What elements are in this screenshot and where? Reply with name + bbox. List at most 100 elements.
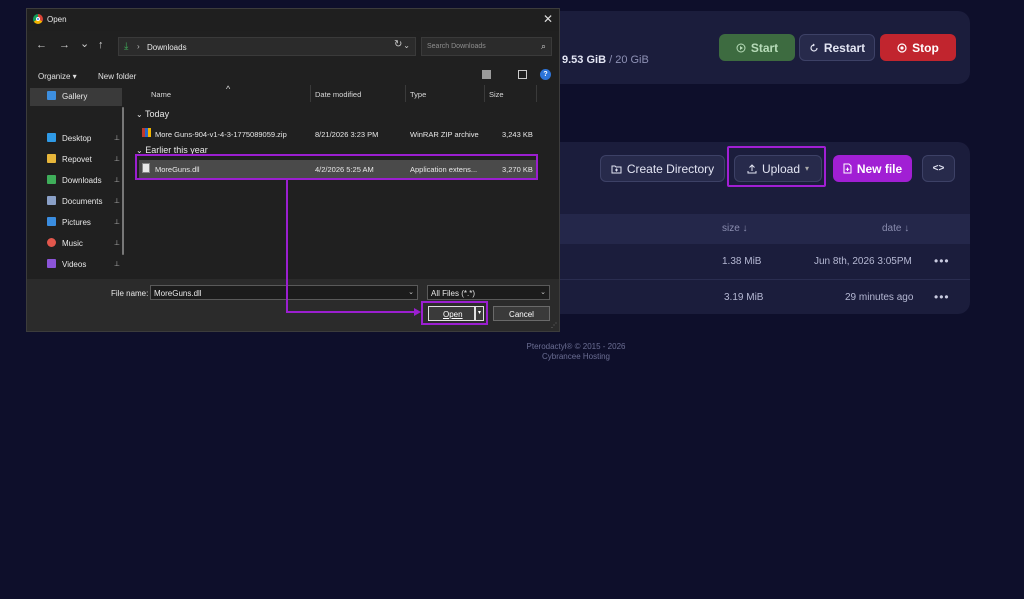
sidebar-item-music[interactable]: Music ⊥ — [37, 235, 123, 253]
sidebar-item-videos[interactable]: Videos ⊥ — [37, 256, 123, 274]
pin-icon: ⊥ — [113, 261, 120, 268]
name-column-header[interactable]: Name — [151, 90, 171, 99]
sidebar-item-label: Pictures — [62, 218, 91, 227]
folder-plus-icon — [611, 165, 622, 173]
file-size-cell: 3.19 MiB — [724, 292, 764, 303]
cancel-label: Cancel — [509, 310, 534, 319]
restart-button[interactable]: Restart — [799, 34, 875, 61]
chevron-down-icon[interactable]: ⌄ — [403, 41, 410, 50]
selected-file-highlight-box — [135, 154, 538, 180]
navigation-pane: Gallery Desktop ⊥ Repovet ⊥ Downloads ⊥ … — [27, 85, 127, 279]
sidebar-item-pictures[interactable]: Pictures ⊥ — [37, 214, 123, 232]
pin-icon: ⊥ — [113, 219, 120, 226]
sidebar-item-label: Desktop — [62, 134, 92, 143]
forward-icon[interactable]: → — [59, 39, 70, 51]
file-date-cell: Jun 8th, 2026 3:05PM — [814, 256, 912, 267]
stop-button[interactable]: Stop — [880, 34, 956, 61]
file-size-cell: 1.38 MiB — [722, 256, 762, 267]
file-row[interactable]: More Guns-904-v1-4-3-1775089059.zip 8/21… — [139, 125, 539, 143]
refresh-icon[interactable]: ↻ — [394, 39, 402, 50]
preview-pane-icon[interactable] — [518, 70, 527, 79]
zip-icon — [142, 128, 151, 137]
pictures-icon — [47, 217, 56, 226]
start-label: Start — [750, 40, 779, 55]
sidebar-item-label: Gallery — [62, 92, 88, 101]
date-column-header[interactable]: date ↓ — [882, 223, 909, 234]
search-placeholder: Search Downloads — [427, 43, 486, 50]
new-folder-button[interactable]: New folder — [98, 72, 136, 81]
pin-icon: ⊥ — [113, 135, 120, 142]
row-menu-icon[interactable]: ••• — [934, 290, 950, 304]
navigation-bar: ← → ⌄ ↑ ⤓ › Downloads ⌄ ↻ Search Downloa… — [27, 35, 559, 59]
search-icon: ⌕ — [540, 41, 546, 51]
organize-menu[interactable]: Organize ▾ — [38, 72, 77, 81]
view-options-icon[interactable] — [482, 70, 491, 79]
footer-copyright: Pterodactyl® © 2015 - 2026 — [526, 342, 626, 351]
sidebar-item-label: Documents — [62, 197, 103, 206]
file-date: 8/21/2026 3:23 PM — [315, 130, 379, 139]
help-icon[interactable]: ? — [540, 69, 551, 80]
group-header-today[interactable]: ⌄ Today — [136, 109, 169, 119]
command-bar: Organize ▾ New folder ? — [27, 67, 559, 85]
type-column-header[interactable]: Type — [410, 90, 426, 99]
file-type-select[interactable]: All Files (*.*) ⌄ — [427, 285, 550, 300]
sidebar-item-downloads[interactable]: Downloads ⊥ — [37, 172, 123, 190]
size-column-header[interactable]: Size — [489, 90, 504, 99]
new-file-button[interactable]: New file — [833, 155, 912, 182]
create-directory-button[interactable]: Create Directory — [600, 155, 725, 182]
music-icon — [47, 238, 56, 247]
play-icon — [736, 43, 746, 52]
breadcrumb-downloads[interactable]: Downloads — [147, 43, 187, 52]
file-type-value: All Files (*.*) — [431, 289, 476, 298]
row-divider — [500, 279, 970, 280]
disk-used: 9.53 GiB — [562, 54, 607, 66]
column-separator[interactable] — [536, 85, 537, 102]
videos-icon — [47, 259, 56, 268]
new-file-label: New file — [856, 161, 903, 176]
resize-grip-icon[interactable]: ⋰ — [551, 322, 557, 329]
search-input[interactable]: Search Downloads ⌕ — [421, 37, 552, 56]
row-menu-icon[interactable]: ••• — [934, 254, 950, 268]
pin-icon: ⊥ — [113, 177, 120, 184]
sidebar-item-desktop[interactable]: Desktop ⊥ — [37, 130, 123, 148]
column-separator[interactable] — [405, 85, 406, 102]
chevron-down-icon: ⌄ — [540, 289, 546, 296]
gallery-icon — [47, 91, 56, 100]
date-column-header[interactable]: Date modified — [315, 90, 361, 99]
chrome-icon — [33, 14, 43, 24]
pin-icon: ⊥ — [113, 240, 120, 247]
size-column-header[interactable]: size ↓ — [722, 223, 748, 234]
sidebar-item-documents[interactable]: Documents ⊥ — [37, 193, 123, 211]
download-icon: ⤓ — [124, 41, 129, 52]
open-button-highlight-box — [421, 301, 488, 325]
back-icon[interactable]: ← — [36, 39, 47, 51]
create-directory-label: Create Directory — [626, 161, 715, 176]
sidebar-item-repovet[interactable]: Repovet ⊥ — [37, 151, 123, 169]
column-separator[interactable] — [310, 85, 311, 102]
sidebar-item-label: Repovet — [62, 155, 92, 164]
file-name: More Guns-904-v1-4-3-1775089059.zip — [155, 130, 287, 139]
breadcrumb-separator: › — [137, 42, 140, 51]
restart-label: Restart — [823, 40, 866, 55]
up-icon[interactable]: ↑ — [98, 39, 104, 51]
sidebar-item-gallery[interactable]: Gallery — [30, 88, 122, 106]
close-icon[interactable]: ✕ — [543, 12, 553, 26]
chevron-down-icon[interactable]: ⌄ — [408, 288, 414, 296]
sidebar-item-label: Music — [62, 239, 83, 248]
recent-locations-icon[interactable]: ⌄ — [80, 37, 89, 50]
code-view-button[interactable]: <> — [922, 155, 955, 182]
dialog-titlebar: Open ✕ — [27, 9, 559, 31]
chevron-down-icon: ⌄ — [136, 110, 143, 119]
address-bar[interactable]: ⤓ › Downloads ⌄ — [118, 37, 416, 56]
upload-highlight-box — [727, 146, 826, 187]
sidebar-scrollbar[interactable] — [122, 107, 124, 255]
column-separator[interactable] — [484, 85, 485, 102]
file-plus-icon — [843, 163, 852, 174]
disk-usage: 9.53 GiB / 20 GiB — [562, 54, 649, 66]
file-date-cell: 29 minutes ago — [845, 292, 914, 303]
cancel-button[interactable]: Cancel — [493, 306, 550, 321]
file-name-input[interactable]: MoreGuns.dll ⌄ — [150, 285, 418, 300]
start-button[interactable]: Start — [719, 34, 795, 61]
sidebar-item-label: Downloads — [62, 176, 102, 185]
code-icon: <> — [932, 163, 945, 174]
